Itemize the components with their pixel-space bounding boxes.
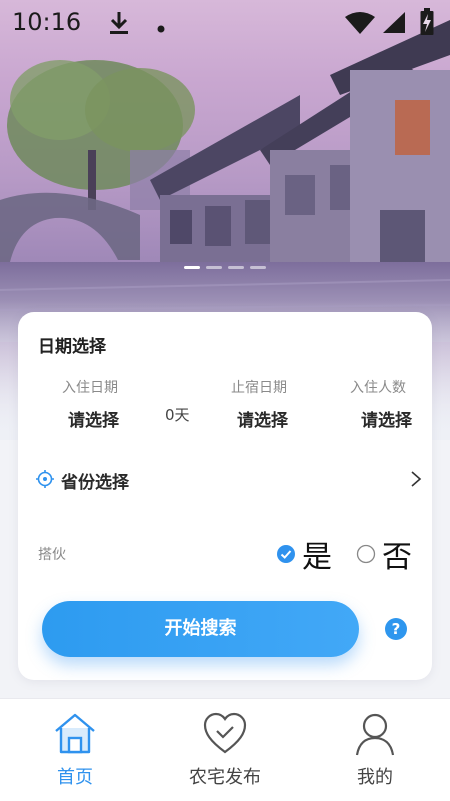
notification-dot-icon bbox=[157, 18, 165, 37]
province-selector[interactable]: 省份选择 bbox=[36, 460, 422, 500]
tab-profile[interactable]: 我的 bbox=[300, 699, 450, 801]
person-icon bbox=[355, 713, 395, 756]
tab-label: 我的 bbox=[357, 767, 393, 788]
chevron-right-icon bbox=[410, 470, 422, 492]
partner-option-yes-label: 是 bbox=[302, 540, 332, 575]
carousel-dot[interactable] bbox=[250, 266, 266, 269]
home-icon bbox=[55, 713, 95, 754]
carousel-dot[interactable] bbox=[228, 266, 244, 269]
signal-icon bbox=[382, 12, 406, 38]
tab-home[interactable]: 首页 bbox=[0, 699, 150, 801]
tab-label: 农宅发布 bbox=[189, 767, 261, 788]
check-in-label: 入住日期 bbox=[62, 380, 118, 396]
bottom-tab-bar: 首页 农宅发布 我的 bbox=[0, 698, 450, 801]
tab-label: 首页 bbox=[57, 767, 93, 788]
heart-check-icon bbox=[203, 712, 247, 754]
radio-unchecked-icon bbox=[356, 544, 376, 564]
partner-option-no[interactable]: 否 bbox=[356, 534, 412, 575]
location-target-icon bbox=[36, 470, 54, 492]
check-out-label: 止宿日期 bbox=[231, 380, 287, 396]
carousel-indicator bbox=[184, 266, 266, 269]
guests-label: 入住人数 bbox=[350, 380, 406, 396]
check-in-value[interactable]: 请选择 bbox=[68, 406, 119, 431]
check-out-value[interactable]: 请选择 bbox=[237, 406, 288, 431]
start-search-button[interactable]: 开始搜索 bbox=[42, 601, 359, 657]
carousel-dot[interactable] bbox=[184, 266, 200, 269]
carousel-dot[interactable] bbox=[206, 266, 222, 269]
download-icon bbox=[108, 10, 130, 40]
nights-count: 0天 bbox=[165, 406, 190, 424]
tab-publish[interactable]: 农宅发布 bbox=[150, 699, 300, 801]
status-bar: 10:16 bbox=[0, 0, 450, 48]
guests-value[interactable]: 请选择 bbox=[361, 406, 412, 431]
partner-label: 搭伙 bbox=[38, 547, 66, 563]
partner-option-yes[interactable]: 是 bbox=[276, 534, 332, 575]
booking-card: 日期选择 入住日期 请选择 0天 止宿日期 请选择 入住人数 请选择 省份选择 … bbox=[18, 312, 432, 680]
status-time: 10:16 bbox=[12, 8, 82, 36]
partner-option-no-label: 否 bbox=[382, 540, 412, 575]
help-icon[interactable]: ? bbox=[385, 618, 407, 640]
battery-charging-icon bbox=[420, 8, 434, 40]
card-title: 日期选择 bbox=[38, 337, 106, 357]
province-label: 省份选择 bbox=[61, 473, 129, 493]
wifi-icon bbox=[344, 11, 376, 39]
radio-checked-icon bbox=[277, 545, 295, 563]
